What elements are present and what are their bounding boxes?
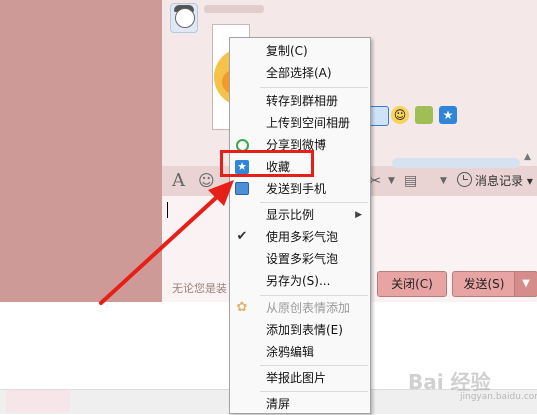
menu-item-set-color-bubble[interactable]: 设置多彩气泡 — [230, 248, 370, 270]
menu-item-upload-qzone[interactable]: 上传到空间相册 — [230, 112, 370, 134]
menu-item-add-original-emoji: ✿ 从原创表情添加 — [230, 297, 370, 319]
menu-item-report-image[interactable]: 举报此图片 — [230, 367, 370, 389]
emoji-icon[interactable]: ☺ — [198, 171, 215, 191]
menu-divider — [260, 391, 368, 392]
star-icon[interactable]: ★ — [439, 106, 457, 124]
image-icon[interactable]: ▤ — [404, 171, 417, 191]
menu-item-label: 添加到表情(E) — [266, 323, 343, 337]
menu-item-label: 转存到群相册 — [266, 94, 339, 108]
menu-item-add-to-emoji[interactable]: 添加到表情(E) — [230, 319, 370, 341]
menu-item-save-as[interactable]: 另存为(S)... — [230, 270, 370, 292]
avatar[interactable] — [170, 3, 198, 33]
context-menu: 复制(C) 全部选择(A) 转存到群相册 上传到空间相册 分享到微博 ★ 收藏 发… — [229, 37, 371, 414]
menu-item-send-to-phone[interactable]: 发送到手机 — [230, 178, 370, 200]
menu-item-label: 涂鸦编辑 — [266, 345, 315, 359]
menu-divider — [260, 202, 368, 203]
menu-item-label: 清屏 — [266, 397, 291, 411]
watermark: Bai 经验 jingyan.baidu.com — [408, 366, 537, 402]
menu-item-label: 全部选择(A) — [266, 66, 332, 80]
monitor-icon[interactable] — [369, 106, 389, 126]
folder-icon[interactable] — [415, 106, 433, 124]
phone-icon — [235, 182, 249, 195]
highlight-box — [220, 150, 314, 177]
send-options-icon[interactable]: ▼ — [514, 271, 537, 297]
taskbar-item[interactable] — [6, 390, 70, 412]
send-button[interactable]: 发送(S) — [452, 271, 516, 297]
menu-item-label: 显示比例 — [266, 208, 315, 222]
menu-divider — [260, 365, 368, 366]
clock-icon — [457, 172, 472, 187]
menu-item-label: 复制(C) — [266, 44, 308, 58]
menu-item-label: 使用多彩气泡 — [266, 230, 339, 244]
checkmark-icon: ✔ — [236, 229, 248, 244]
menu-item-use-color-bubble[interactable]: ✔ 使用多彩气泡 — [230, 226, 370, 248]
chevron-down-icon[interactable]: ▼ — [388, 171, 395, 191]
contact-panel — [0, 0, 162, 302]
avatar-head — [175, 8, 195, 28]
menu-item-label: 举报此图片 — [266, 371, 327, 385]
sender-name — [204, 5, 264, 13]
menu-item-save-group-album[interactable]: 转存到群相册 — [230, 90, 370, 112]
menu-divider — [260, 87, 368, 88]
menu-item-doodle-edit[interactable]: 涂鸦编辑 — [230, 341, 370, 363]
message-history-button[interactable]: 消息记录 ▾ — [457, 172, 533, 189]
history-label: 消息记录 — [475, 174, 524, 188]
menu-item-label: 设置多彩气泡 — [266, 252, 339, 266]
menu-item-copy[interactable]: 复制(C) — [230, 40, 370, 62]
text-caret — [167, 202, 168, 218]
close-button[interactable]: 关闭(C) — [377, 271, 447, 297]
chevron-down-icon[interactable]: ▼ — [440, 171, 447, 191]
menu-divider — [260, 295, 368, 296]
smile-icon[interactable]: ☺ — [391, 106, 409, 124]
font-icon[interactable]: A — [172, 171, 185, 191]
message-bubble — [392, 158, 520, 168]
input-hint: 无论您是装 — [172, 282, 227, 295]
scroll-up-icon[interactable]: ▲ — [524, 152, 531, 162]
menu-item-clear-screen[interactable]: 清屏 — [230, 393, 370, 415]
watermark-text: Bai 经验 — [408, 370, 491, 394]
menu-item-select-all[interactable]: 全部选择(A) — [230, 62, 370, 84]
watermark-subtext: jingyan.baidu.com — [460, 392, 537, 402]
menu-item-label: 发送到手机 — [266, 182, 327, 196]
menu-item-label: 上传到空间相册 — [266, 116, 351, 130]
submenu-arrow-icon: ▶ — [355, 210, 362, 220]
menu-item-label: 另存为(S)... — [266, 274, 331, 288]
menu-item-zoom[interactable]: 显示比例 ▶ — [230, 204, 370, 226]
add-emoji-icon: ✿ — [236, 300, 248, 315]
menu-item-label: 从原创表情添加 — [266, 301, 351, 315]
